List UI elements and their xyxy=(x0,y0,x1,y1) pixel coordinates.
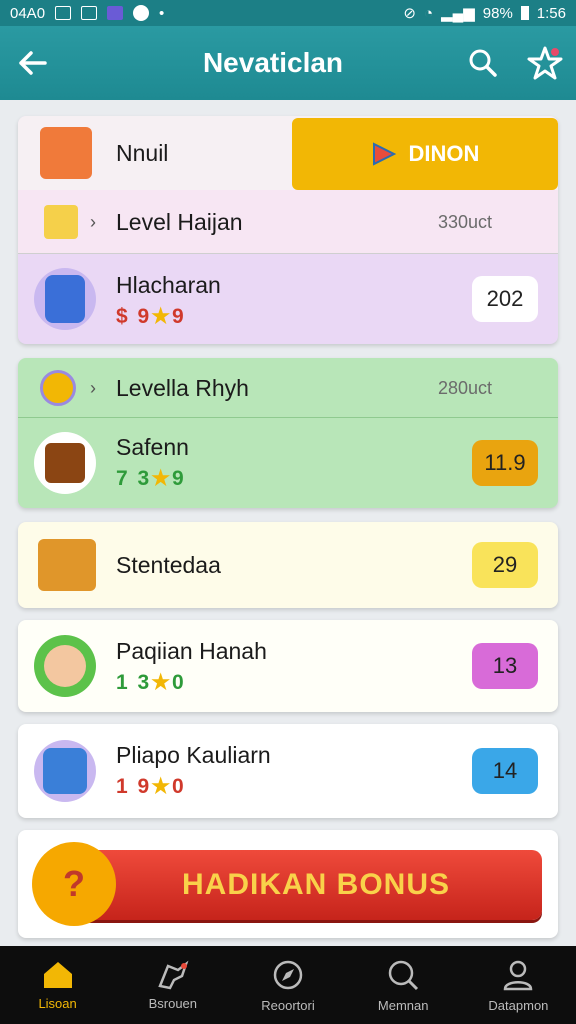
search-icon xyxy=(469,49,497,77)
item-name: Pliapo Kauliarn xyxy=(116,742,271,768)
item-name: Hlacharan xyxy=(116,272,221,298)
nav-item-reoortori[interactable]: Reoortori xyxy=(230,946,345,1024)
status-bar: 04A0 • ⊘ ◔ ▂▄▆ 98% 1:56 xyxy=(0,0,576,26)
bonus-card: HADIKAN BONUS ? xyxy=(18,830,558,938)
mute-icon: ⊘ xyxy=(403,5,416,22)
sun-question-icon: ? xyxy=(32,842,116,926)
app-bar: Nevaticlan xyxy=(0,26,576,100)
nav-item-home[interactable]: Lisoan xyxy=(0,946,115,1024)
book-icon xyxy=(34,740,96,802)
bonus-button[interactable]: HADIKAN BONUS xyxy=(80,850,542,920)
app-icon xyxy=(107,6,124,20)
bottom-nav: Lisoan Bsrouen Reoortori Memnan Datapmon xyxy=(0,946,576,1024)
item-meta: 280uct xyxy=(437,377,492,398)
count-badge: 13 xyxy=(472,643,538,689)
green-card: › Levella Rhyh 280uct Safenn 7 3★9 11.9 xyxy=(18,358,558,508)
dot-icon: • xyxy=(159,4,165,22)
nav-label: Bsrouen xyxy=(148,995,198,1011)
game-icon xyxy=(34,268,96,330)
search-button[interactable] xyxy=(452,26,514,100)
top-card: Nnuil DINON › Level Haijan 330uct Hlacha… xyxy=(18,116,558,344)
star-icon xyxy=(527,46,563,80)
page-title: Nevaticlan xyxy=(202,47,344,78)
back-arrow-icon xyxy=(19,51,47,75)
home-icon xyxy=(43,961,72,988)
chevron-right-icon: › xyxy=(90,377,96,398)
count-badge: 11.9 xyxy=(472,440,538,486)
compass-icon xyxy=(273,960,303,989)
chevron-right-icon: › xyxy=(90,211,96,232)
item-rating: 1 3★0 xyxy=(116,671,186,694)
item-name: Level Haijan xyxy=(116,208,243,235)
play-button[interactable]: DINON xyxy=(292,118,558,190)
top-card-header-label: Nnuil xyxy=(116,139,169,166)
gallery-icon xyxy=(81,6,98,20)
circle-icon xyxy=(133,5,150,21)
battery-icon xyxy=(520,6,529,20)
image-icon xyxy=(55,6,72,20)
signal-icon: ▂▄▆ xyxy=(441,5,475,22)
back-button[interactable] xyxy=(0,26,64,100)
bonus-label: HADIKAN BONUS xyxy=(182,868,450,901)
list-item-card[interactable]: Stentedaa 29 xyxy=(18,522,558,608)
item-name: Safenn xyxy=(116,434,189,460)
shield-icon xyxy=(40,370,76,406)
nav-item-memnan[interactable]: Memnan xyxy=(346,946,461,1024)
box-icon xyxy=(34,432,96,494)
list-item[interactable]: Hlacharan $ 9★9 202 xyxy=(18,254,558,344)
play-icon xyxy=(372,142,396,166)
item-rating: $ 9★9 xyxy=(116,305,186,328)
item-meta: 330uct xyxy=(437,211,492,232)
item-rating: 1 9★0 xyxy=(116,775,186,798)
item-name: Stentedaa xyxy=(116,551,221,578)
list-item[interactable]: › Level Haijan 330uct xyxy=(18,190,558,254)
item-name: Levella Rhyh xyxy=(116,374,249,401)
folder-icon xyxy=(40,127,92,179)
list-item-card[interactable]: Pliapo Kauliarn 1 9★0 14 xyxy=(18,724,558,818)
status-time-left: 04A0 xyxy=(10,4,46,22)
badge-icon xyxy=(44,205,78,239)
user-icon xyxy=(504,960,533,990)
nav-label: Memnan xyxy=(377,997,429,1013)
nav-label: Lisoan xyxy=(38,995,77,1011)
clock: 1:56 xyxy=(536,4,566,22)
item-name: Paqiian Hanah xyxy=(116,638,267,664)
nav-item-datapmon[interactable]: Datapmon xyxy=(461,946,576,1024)
avatar xyxy=(34,635,96,697)
nav-item-bsrouen[interactable]: Bsrouen xyxy=(115,946,230,1024)
play-button-label: DINON xyxy=(408,141,480,166)
search-icon xyxy=(388,960,419,990)
list-item[interactable]: › Levella Rhyh 280uct xyxy=(18,358,558,418)
nav-label: Datapmon xyxy=(488,997,549,1013)
nav-label: Reoortori xyxy=(261,997,315,1013)
list-item[interactable]: Safenn 7 3★9 11.9 xyxy=(18,418,558,508)
count-badge: 202 xyxy=(472,276,538,322)
wifi-icon: ◔ xyxy=(424,4,434,22)
gift-icon xyxy=(38,539,96,591)
hawk-icon xyxy=(158,960,189,989)
favorite-button[interactable] xyxy=(514,26,576,100)
top-card-header: Nnuil DINON xyxy=(18,116,558,190)
battery-percent: 98% xyxy=(482,4,513,22)
item-rating: 7 3★9 xyxy=(116,467,186,490)
count-badge: 29 xyxy=(472,542,538,588)
list-item-card[interactable]: Paqiian Hanah 1 3★0 13 xyxy=(18,620,558,712)
count-badge: 14 xyxy=(472,748,538,794)
